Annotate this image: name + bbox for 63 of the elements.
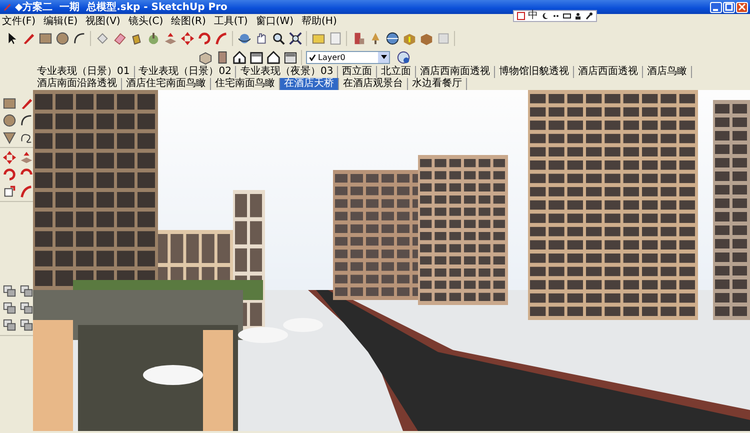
menu-item[interactable]: 视图(V): [86, 14, 120, 28]
maximize-icon: [725, 3, 733, 11]
globe-icon[interactable]: [385, 30, 400, 46]
wrench-icon[interactable]: [585, 12, 593, 20]
check-icon: [309, 54, 316, 60]
menu-item[interactable]: 文件(F): [2, 14, 36, 28]
polygon-icon[interactable]: [2, 130, 17, 145]
menu-item[interactable]: 镜头(C): [128, 14, 164, 28]
layers-icon[interactable]: [19, 318, 34, 333]
app-icon: [2, 2, 12, 12]
menu-item[interactable]: 窗口(W): [256, 14, 294, 28]
zoom-extents-icon[interactable]: [288, 30, 303, 46]
menu-item[interactable]: 工具(T): [214, 14, 248, 28]
right-view-icon[interactable]: [249, 50, 264, 64]
punctuation-icon[interactable]: [552, 12, 560, 20]
menu-item[interactable]: 绘图(R): [171, 14, 206, 28]
rectangle-icon[interactable]: [2, 96, 17, 111]
layers-icon[interactable]: [2, 318, 17, 333]
layers-icon[interactable]: [2, 301, 17, 316]
keyboard-icon[interactable]: [563, 12, 571, 20]
scene-tab[interactable]: 酒店鸟瞰: [643, 66, 692, 78]
scene-tab[interactable]: 酒店西南面透视: [416, 66, 496, 78]
window-title: ◆方案二 一期 总模型.skp - SketchUp Pro: [15, 0, 228, 14]
arc-icon[interactable]: [72, 30, 87, 46]
zoom-icon[interactable]: [271, 30, 286, 46]
rotate-icon[interactable]: [197, 30, 212, 46]
menu-item[interactable]: 帮助(H): [302, 14, 337, 28]
scene-tab[interactable]: 博物馆旧貌透视: [495, 66, 574, 78]
layers-icon[interactable]: [2, 284, 17, 299]
push-pull-icon[interactable]: [163, 30, 178, 46]
circle-icon[interactable]: [55, 30, 70, 46]
moon-icon[interactable]: [541, 12, 549, 20]
menu-item[interactable]: 编辑(E): [44, 14, 78, 28]
layers-icon[interactable]: [19, 301, 34, 316]
scene-tab[interactable]: 专业表现（日景）01: [33, 66, 135, 78]
minimize-button[interactable]: [710, 2, 722, 12]
left-view-icon[interactable]: [283, 50, 298, 64]
pencil-icon[interactable]: [19, 96, 34, 111]
user-icon[interactable]: [574, 12, 582, 20]
back-view-icon[interactable]: [266, 50, 281, 64]
maximize-button[interactable]: [723, 2, 735, 12]
scale-icon[interactable]: [2, 184, 17, 199]
eraser-icon[interactable]: [112, 30, 127, 46]
scene-tab[interactable]: 专业表现（日景）02: [134, 66, 236, 78]
ime-mode-label[interactable]: 中: [528, 11, 538, 21]
rectangle-icon[interactable]: [38, 30, 53, 46]
layer-dropdown[interactable]: Layer0: [306, 50, 390, 64]
close-icon: [738, 3, 746, 11]
shape-icon[interactable]: [95, 30, 110, 46]
arc-icon[interactable]: [19, 113, 34, 128]
caret-icon: [380, 55, 386, 59]
rotate-icon[interactable]: [2, 167, 17, 182]
front-view-icon[interactable]: [232, 50, 247, 64]
layers-icon[interactable]: [19, 284, 34, 299]
scene-tab[interactable]: 酒店西面透视: [574, 66, 644, 78]
circle-icon[interactable]: [2, 113, 17, 128]
layer-manager-icon[interactable]: [396, 50, 411, 64]
push-pull-icon[interactable]: [19, 150, 34, 165]
scene-tab[interactable]: 北立面: [377, 66, 416, 78]
move-icon[interactable]: [180, 30, 195, 46]
close-button[interactable]: [736, 2, 748, 12]
scene-tab[interactable]: 在酒店天桥: [280, 78, 339, 90]
move-icon[interactable]: [2, 150, 17, 165]
